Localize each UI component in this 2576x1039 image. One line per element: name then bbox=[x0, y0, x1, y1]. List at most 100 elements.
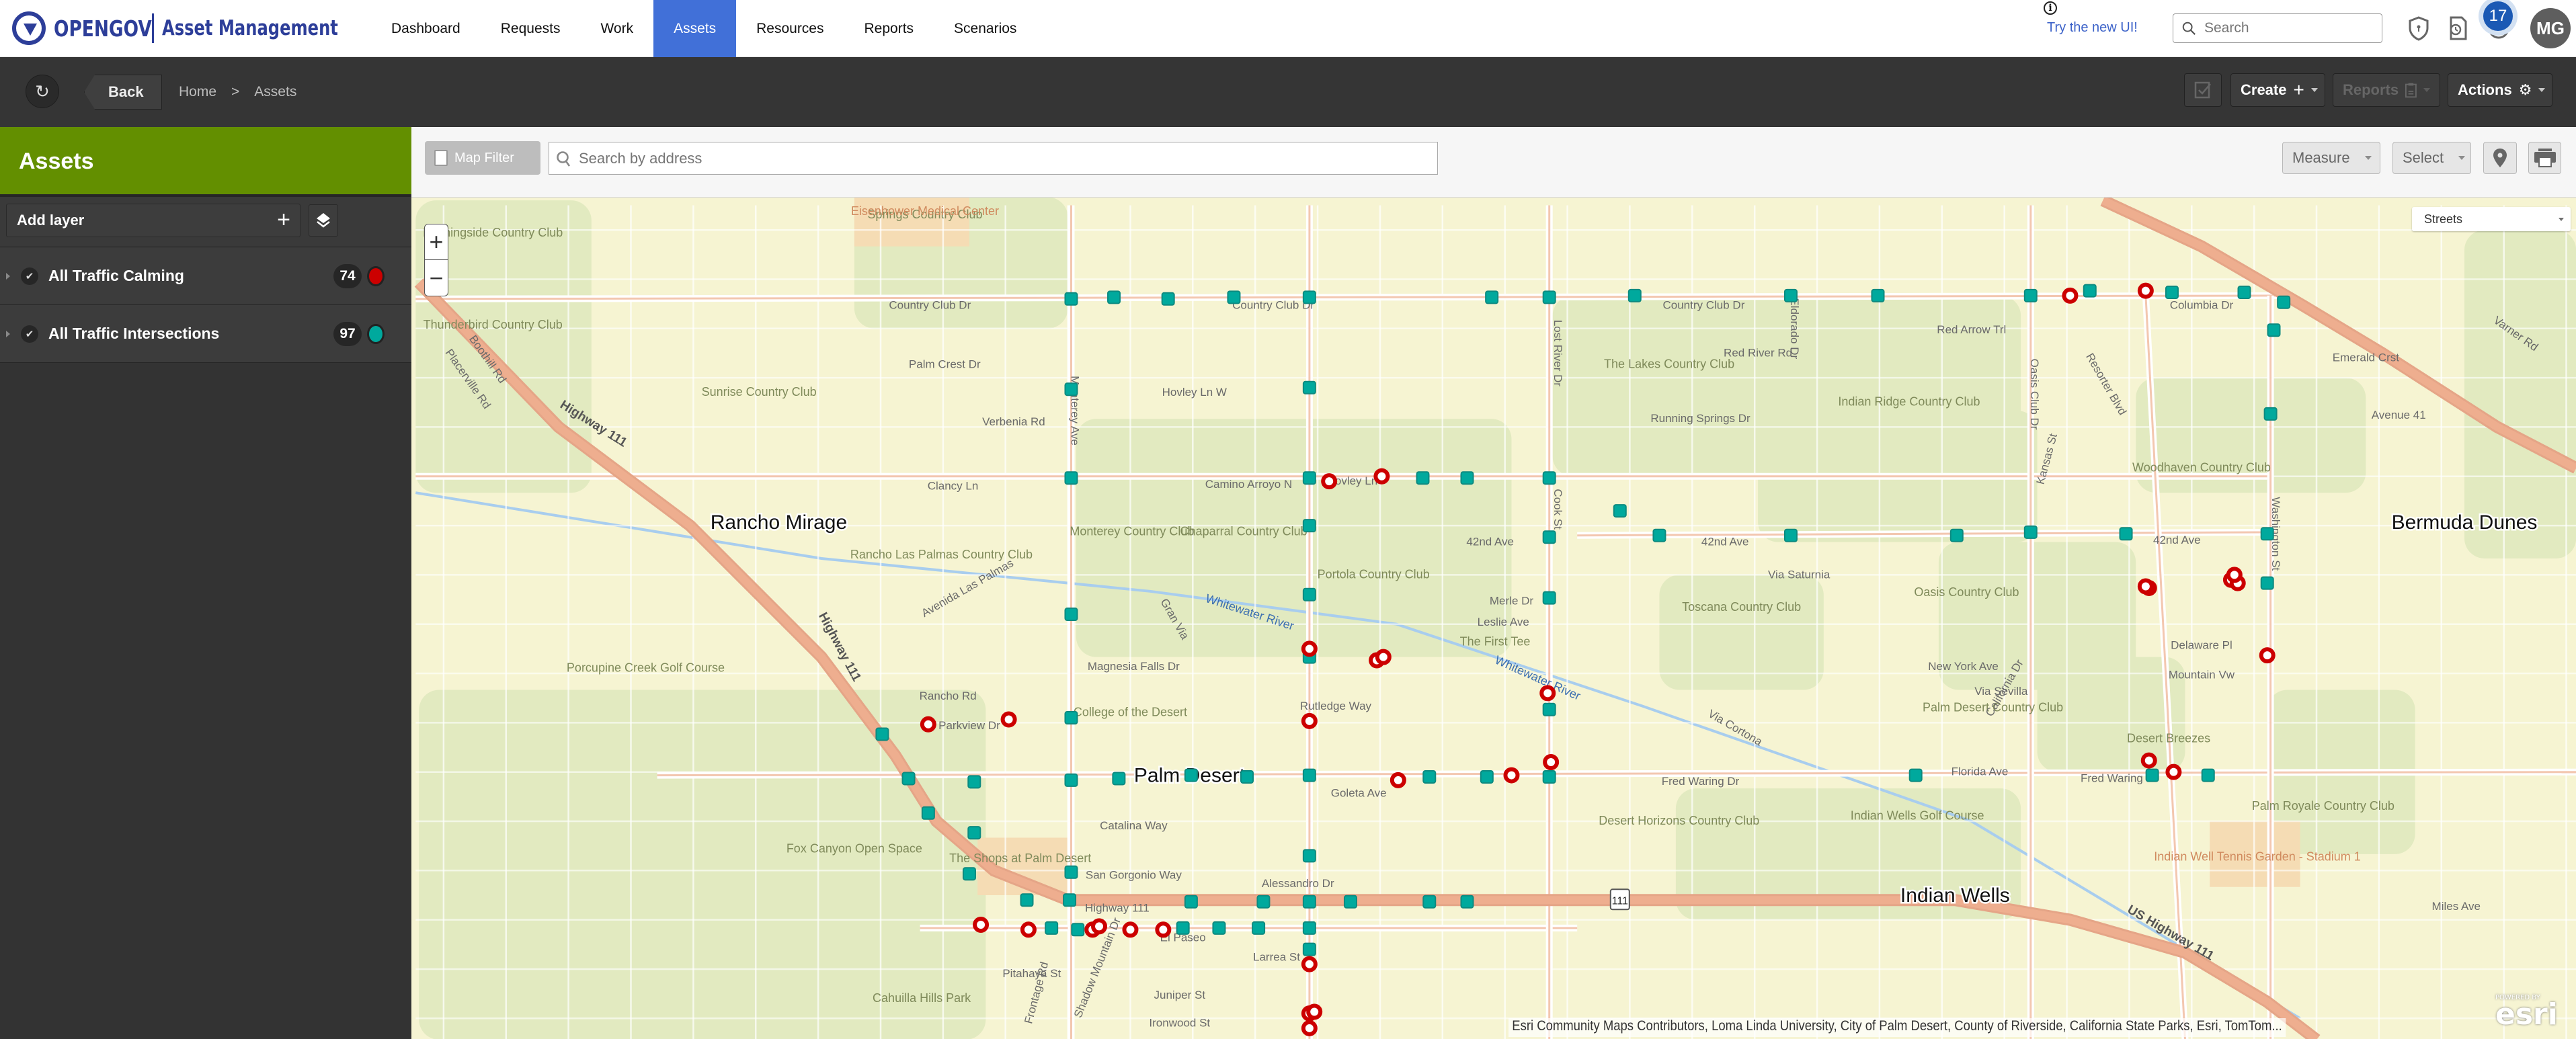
street-label: 42nd Ave bbox=[2153, 534, 2201, 546]
street-label: Country Club Dr bbox=[1662, 298, 1744, 311]
nav-dashboard[interactable]: Dashboard bbox=[371, 0, 481, 57]
street-label: Leslie Ave bbox=[1478, 616, 1529, 628]
area-label: Eisenhower Medical Center bbox=[851, 204, 999, 218]
intersection-marker bbox=[1783, 288, 1798, 302]
traffic-calming-marker bbox=[2137, 578, 2154, 595]
actions-button[interactable]: Actions ⚙ bbox=[2448, 73, 2552, 107]
intersection-marker bbox=[1302, 849, 1316, 863]
map-canvas[interactable]: Rancho MiragePalm DesertIndian WellsBerm… bbox=[411, 198, 2576, 1039]
traffic-calming-marker bbox=[1155, 921, 1172, 938]
refresh-button[interactable]: ↻ bbox=[26, 75, 59, 108]
history-document-icon[interactable] bbox=[2444, 15, 2471, 42]
add-layer-row: Add layer + bbox=[0, 197, 411, 247]
intersection-marker bbox=[2083, 284, 2097, 298]
locate-button[interactable] bbox=[2483, 142, 2517, 174]
checkbox-icon bbox=[2194, 81, 2211, 99]
traffic-calming-marker bbox=[1301, 640, 1318, 657]
select-dropdown[interactable]: Select bbox=[2392, 142, 2471, 174]
add-layer-button[interactable]: Add layer + bbox=[6, 204, 300, 237]
street-label: Clancy Ln bbox=[928, 479, 979, 492]
nav-requests[interactable]: Requests bbox=[481, 0, 581, 57]
nav-reports[interactable]: Reports bbox=[844, 0, 934, 57]
caret-down-icon bbox=[2458, 156, 2466, 160]
actions-label: Actions bbox=[2458, 81, 2512, 98]
street-label: Emerald Crst bbox=[2333, 351, 2399, 364]
street-label: Red Arrow Trl bbox=[1937, 323, 2006, 336]
area-label: Portola Country Club bbox=[1318, 567, 1430, 581]
address-search-input[interactable] bbox=[579, 149, 1385, 167]
river-label: Whitewater River bbox=[1493, 653, 1582, 703]
street-label: Palm Crest Dr bbox=[909, 358, 981, 370]
area-label: Chaparral Country Club bbox=[1180, 525, 1307, 538]
street-label: Eldorado Dr bbox=[1788, 298, 1801, 359]
map-view[interactable]: Rancho Mirage Palm Desert Indian Wells Berm… bbox=[411, 198, 2576, 1039]
esri-logo[interactable]: POWERED BY esri bbox=[2495, 994, 2558, 1030]
try-new-ui-link[interactable]: Try the new UI! bbox=[2047, 20, 2138, 36]
print-button[interactable] bbox=[2528, 142, 2561, 174]
intersection-marker bbox=[1783, 528, 1798, 542]
traffic-calming-marker bbox=[2259, 647, 2276, 664]
map-zoom-control: + − bbox=[424, 224, 448, 296]
back-button[interactable]: Back bbox=[84, 75, 162, 110]
expand-arrow-icon[interactable] bbox=[6, 330, 10, 337]
basemap-select[interactable]: Streets bbox=[2412, 207, 2571, 231]
caret-down-icon bbox=[2310, 88, 2318, 92]
intersection-marker bbox=[2201, 768, 2215, 782]
intersection-marker bbox=[1871, 288, 1885, 302]
layer-item-traffic-calming[interactable]: ✔ All Traffic Calming 74 bbox=[0, 247, 411, 305]
global-search-input[interactable] bbox=[2204, 20, 2366, 36]
intersection-marker bbox=[1064, 773, 1078, 787]
intersection-marker bbox=[1302, 471, 1316, 485]
nav-assets[interactable]: Assets bbox=[653, 0, 737, 57]
layer-color-swatch bbox=[367, 323, 385, 344]
breadcrumb-home[interactable]: Home bbox=[179, 84, 216, 100]
zoom-out-button[interactable]: − bbox=[425, 260, 448, 296]
intersection-marker bbox=[1240, 770, 1254, 784]
brand-name: OPENGOV bbox=[54, 15, 152, 42]
map-filter-checkbox[interactable] bbox=[434, 150, 448, 166]
measure-dropdown[interactable]: Measure bbox=[2282, 142, 2380, 174]
traffic-calming-marker bbox=[1301, 712, 1318, 729]
traffic-calming-marker bbox=[1543, 754, 1560, 771]
expand-arrow-icon[interactable] bbox=[6, 272, 10, 280]
user-avatar[interactable]: MG bbox=[2530, 8, 2571, 48]
street-label: Larrea St bbox=[1253, 951, 1300, 964]
zoom-in-button[interactable]: + bbox=[425, 224, 448, 260]
address-search[interactable] bbox=[549, 142, 1438, 175]
map-filter-toggle[interactable]: Map Filter bbox=[425, 141, 540, 175]
layer-item-traffic-intersections[interactable]: ✔ All Traffic Intersections 97 bbox=[0, 305, 411, 363]
bulk-select-button[interactable] bbox=[2184, 73, 2222, 107]
create-button[interactable]: Create + bbox=[2230, 73, 2325, 107]
global-search[interactable] bbox=[2173, 13, 2382, 43]
intersection-marker bbox=[1252, 921, 1266, 935]
layer-name: All Traffic Intersections bbox=[48, 325, 220, 342]
street-label: San Gorgonio Way bbox=[1086, 869, 1182, 882]
street-label: Mountain Vw bbox=[2169, 668, 2235, 681]
reports-button[interactable]: Reports bbox=[2333, 73, 2440, 107]
intersection-marker bbox=[1064, 865, 1078, 879]
nav-resources[interactable]: Resources bbox=[736, 0, 844, 57]
intersection-marker bbox=[1064, 608, 1078, 622]
breadcrumb-assets: Assets bbox=[254, 84, 297, 99]
layer-visibility-checkbox[interactable]: ✔ bbox=[21, 267, 38, 285]
opengov-logo[interactable]: OPENGOV Asset Management bbox=[12, 0, 388, 57]
caret-down-icon bbox=[2538, 88, 2546, 92]
product-name: Asset Management bbox=[162, 16, 339, 40]
notification-badge[interactable]: 17 bbox=[2483, 1, 2513, 31]
layers-toggle-button[interactable] bbox=[309, 204, 338, 237]
area-label: Thunderbird Country Club bbox=[424, 318, 563, 331]
intersection-marker bbox=[875, 727, 889, 741]
map-attribution: Esri Community Maps Contributors, Loma L… bbox=[1508, 1018, 2286, 1037]
nav-work[interactable]: Work bbox=[580, 0, 653, 57]
place-label: Bermuda Dunes bbox=[2392, 511, 2538, 534]
street-label: Juniper St bbox=[1154, 989, 1206, 1001]
shield-icon[interactable] bbox=[2405, 15, 2432, 42]
nav-scenarios[interactable]: Scenarios bbox=[934, 0, 1037, 57]
layer-visibility-checkbox[interactable]: ✔ bbox=[21, 325, 38, 343]
traffic-calming-marker bbox=[1301, 1020, 1318, 1036]
info-icon[interactable]: i bbox=[2044, 1, 2057, 15]
intersection-marker bbox=[2145, 768, 2159, 782]
intersection-marker bbox=[1542, 471, 1556, 485]
breadcrumb-separator: > bbox=[231, 84, 240, 99]
intersection-marker bbox=[2023, 525, 2038, 539]
